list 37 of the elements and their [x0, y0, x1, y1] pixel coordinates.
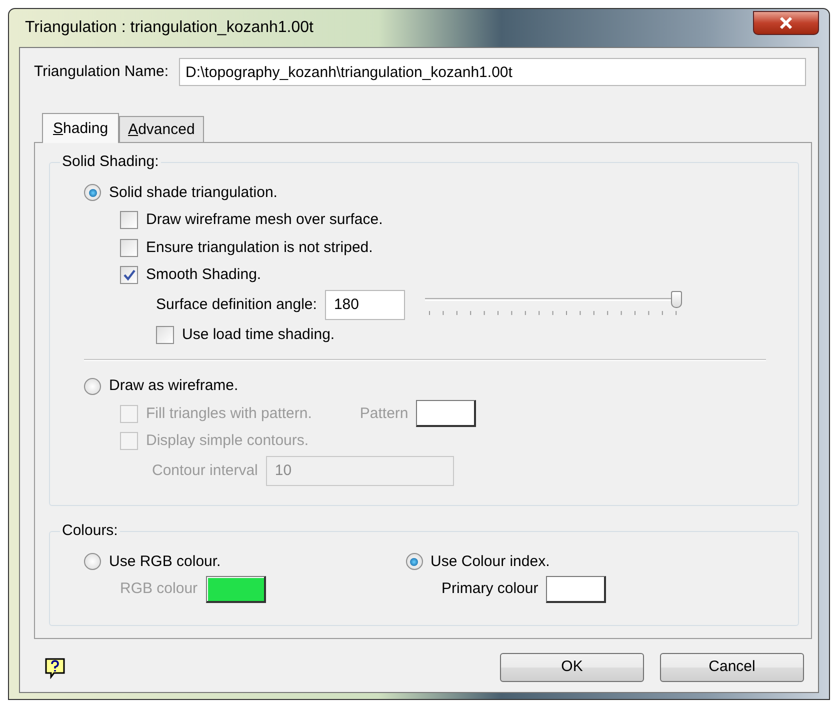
radio-label: Draw as wireframe. — [109, 376, 238, 396]
checkbox-label: Ensure triangulation is not striped. — [146, 238, 373, 258]
colour-swatch[interactable] — [546, 576, 606, 603]
group-title: Solid Shading: — [61, 153, 160, 171]
radio-button[interactable] — [84, 378, 101, 395]
dialog-button[interactable]: OK — [500, 653, 644, 682]
checkbox[interactable] — [120, 266, 138, 284]
close-icon — [778, 16, 794, 30]
checkbox[interactable] — [120, 211, 138, 230]
checkbox-label: Display simple contours. — [146, 431, 309, 451]
radio-label: Solid shade triangulation. — [109, 182, 278, 202]
close-button[interactable] — [753, 11, 819, 35]
window-title: Triangulation : triangulation_kozanh1.00t — [24, 18, 314, 38]
field-label: Surface definition angle: — [156, 294, 317, 315]
radio-label: Use Colour index. — [430, 552, 550, 572]
swatch-label: Pattern — [360, 404, 408, 424]
checkbox-label: Fill triangles with pattern. — [146, 404, 312, 424]
angle-field[interactable]: 180 — [324, 290, 405, 320]
tab[interactable]: Shading — [42, 113, 120, 143]
swatch-label: RGB colour — [120, 579, 198, 599]
radio-button[interactable] — [84, 184, 101, 202]
field-label: Triangulation Name: — [34, 62, 169, 82]
radio-button[interactable] — [406, 553, 423, 570]
radio-label: Use RGB colour. — [109, 552, 221, 572]
checkbox[interactable] — [156, 326, 174, 344]
group-title: Colours: — [61, 522, 119, 540]
checkbox-label: Smooth Shading. — [146, 265, 262, 285]
slider-thumb[interactable] — [670, 291, 682, 308]
field-label: Contour interval — [152, 460, 258, 481]
checkbox-label: Draw wireframe mesh over surface. — [146, 210, 383, 230]
swatch-label: Primary colour — [442, 579, 538, 599]
tab[interactable]: Advanced — [119, 116, 204, 142]
dialog-button[interactable]: Cancel — [660, 653, 804, 682]
name-field[interactable]: D:\topography_kozanh\triangulation_kozanh1.00t — [178, 58, 806, 86]
checkbox-label: Use load time shading. — [182, 324, 335, 344]
checkbox[interactable] — [120, 238, 138, 257]
help-icon[interactable] — [44, 656, 66, 678]
